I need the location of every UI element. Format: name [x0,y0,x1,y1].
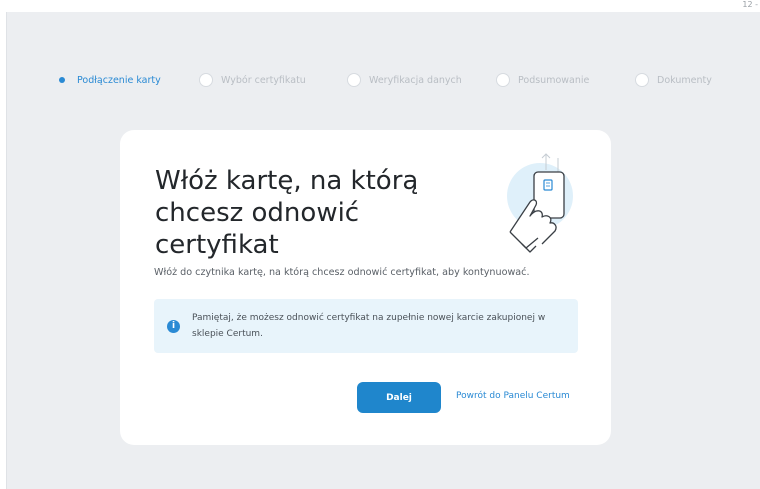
next-button[interactable]: Dalej [357,382,441,413]
info-icon: i [167,320,180,333]
page-background: Podłączenie karty Wybór certyfikatu Wery… [6,12,760,489]
step-documents[interactable]: Dokumenty [635,72,712,88]
notice-text: Pamiętaj, że możesz odnowić certyfikat n… [192,313,546,339]
step-circle-icon [635,73,649,87]
hand-inserting-card-icon [507,153,573,253]
back-to-panel-link[interactable]: Powrót do Panelu Certum [456,391,570,401]
step-certificate-choice[interactable]: Wybór certyfikatu [199,72,306,88]
info-notice: i Pamiętaj, że możesz odnowić certyfikat… [154,299,578,353]
step-circle-icon [496,73,510,87]
corner-text: 12 - [742,0,758,9]
step-circle-icon [199,73,213,87]
page-title: Włóż kartę, na którą chcesz odnowić cert… [155,166,419,260]
step-summary[interactable]: Podsumowanie [496,72,589,88]
instruction-text: Włóż do czytnika kartę, na którą chcesz … [154,267,530,278]
step-label: Podsumowanie [518,74,590,86]
step-label: Wybór certyfikatu [221,74,306,86]
step-label: Weryfikacja danych [369,74,462,86]
step-card-connection[interactable]: Podłączenie karty [55,72,161,88]
step-circle-icon [347,73,361,87]
step-label: Podłączenie karty [77,74,161,86]
insert-card-panel: Włóż kartę, na którą chcesz odnowić cert… [120,130,611,445]
top-strip [0,0,760,12]
step-data-verification[interactable]: Weryfikacja danych [347,72,462,88]
step-active-dot-icon [59,77,65,83]
step-label: Dokumenty [657,74,712,86]
